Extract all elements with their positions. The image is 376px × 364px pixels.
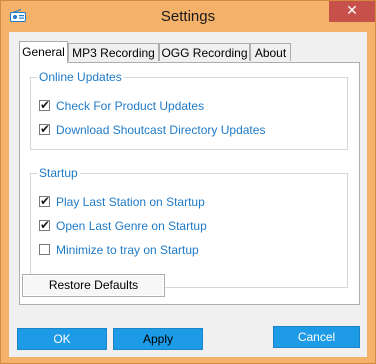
check-product-updates-label[interactable]: Check For Product Updates: [56, 99, 204, 113]
checkbox[interactable]: ✔: [39, 194, 51, 208]
title-bar[interactable]: Settings ✕: [1, 1, 375, 32]
dialog-body: General MP3 Recording OGG Recording Abou…: [9, 32, 367, 357]
play-last-station-label[interactable]: Play Last Station on Startup: [56, 195, 205, 209]
tab-ogg-recording[interactable]: OGG Recording: [159, 43, 250, 61]
tab-general[interactable]: General: [19, 41, 68, 63]
checkmark-icon: ✔: [40, 218, 51, 232]
checkbox[interactable]: ✔: [39, 122, 51, 136]
open-last-genre-label[interactable]: Open Last Genre on Startup: [56, 219, 207, 233]
online-updates-group: Online Updates ✔ Check For Product Updat…: [30, 70, 348, 150]
checkbox[interactable]: ✔: [39, 98, 51, 112]
general-tab-panel: Online Updates ✔ Check For Product Updat…: [19, 62, 360, 305]
checkmark-icon: ✔: [40, 98, 51, 112]
settings-window: Settings ✕ General MP3 Recording OGG Rec…: [0, 0, 376, 364]
checkmark-icon: ✔: [40, 194, 51, 208]
checkbox[interactable]: [39, 244, 50, 255]
checkbox[interactable]: ✔: [39, 218, 51, 232]
cancel-button[interactable]: Cancel: [273, 326, 360, 348]
startup-title: Startup: [37, 166, 80, 180]
ok-button[interactable]: OK: [17, 328, 107, 350]
tab-mp3-recording[interactable]: MP3 Recording: [68, 43, 159, 61]
minimize-to-tray-label[interactable]: Minimize to tray on Startup: [56, 243, 199, 257]
startup-group: Startup ✔ Play Last Station on Startup ✔…: [30, 166, 348, 288]
close-button[interactable]: ✕: [329, 1, 375, 22]
tab-about[interactable]: About: [250, 43, 291, 61]
window-title: Settings: [160, 8, 216, 25]
restore-defaults-button[interactable]: Restore Defaults: [22, 274, 165, 297]
online-updates-title: Online Updates: [37, 70, 124, 84]
close-icon: ✕: [346, 3, 358, 19]
checkmark-icon: ✔: [40, 122, 51, 136]
download-directory-updates-label[interactable]: Download Shoutcast Directory Updates: [56, 123, 265, 137]
apply-button[interactable]: Apply: [113, 328, 203, 350]
